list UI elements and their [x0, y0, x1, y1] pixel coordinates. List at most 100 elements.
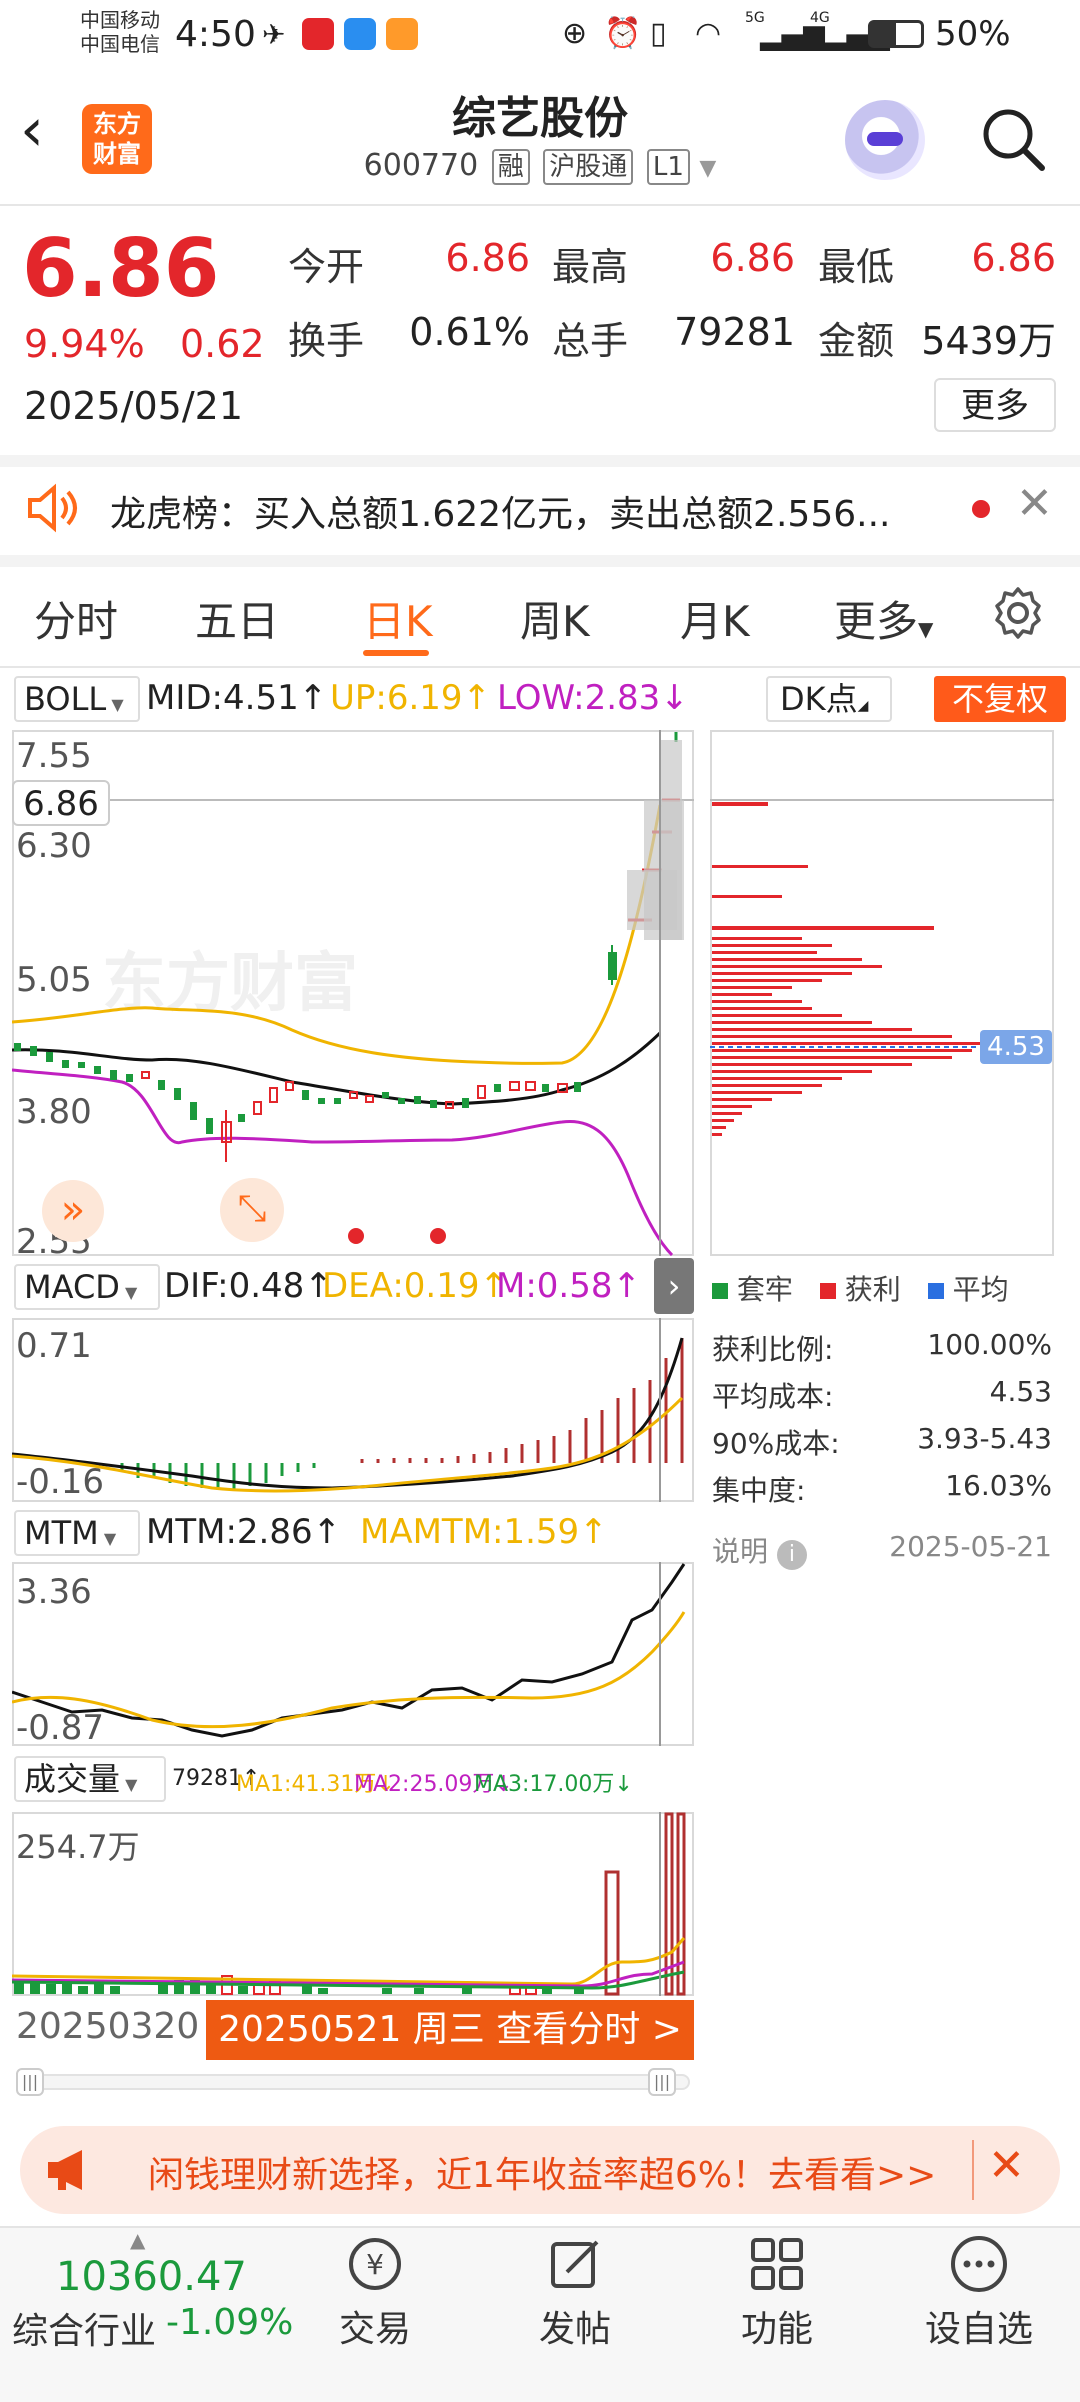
carrier-2: 中国电信	[80, 32, 160, 56]
macd-selector[interactable]: MACD ▼	[14, 1264, 160, 1310]
boll-selector[interactable]: BOLL ▼	[14, 676, 140, 722]
nav-functions-label: 功能	[740, 2309, 813, 2350]
chip-note-date: 2025-05-21	[889, 1530, 1052, 1563]
boll-low-line	[12, 1068, 674, 1256]
chevron-down-icon[interactable]: ▼	[699, 156, 716, 181]
promo-close-icon[interactable]: ✕	[988, 2140, 1025, 2191]
expand-panel-icon[interactable]: ›	[654, 1258, 694, 1314]
legend-swatch-profit	[819, 1283, 836, 1299]
tab-monthly-k[interactable]: 月K	[680, 588, 750, 649]
nav-trade-label: 交易	[338, 2309, 411, 2350]
promo-text[interactable]: 闲钱理财新选择，近1年收益率超6%！去看看>>	[148, 2146, 958, 2198]
axis-label-4: 3.80	[16, 1092, 92, 1132]
tab-more[interactable]: 更多▼	[834, 588, 933, 649]
scroll-handle-left[interactable]: |||	[16, 2068, 44, 2096]
nav-functions[interactable]: 功能	[702, 2232, 852, 2352]
signal-dot-2[interactable]	[430, 1228, 446, 1244]
kline-chart[interactable]: 东方财富	[12, 730, 694, 1256]
battery-text: 50%	[935, 14, 1011, 54]
nav-add-watchlist[interactable]: 设自选	[904, 2232, 1054, 2352]
caret-down-icon: ▼	[119, 1283, 138, 1302]
boll-up-line	[12, 804, 662, 1065]
mamtm-value-text: MAMTM:1.59	[360, 1512, 580, 1552]
boll-low: LOW:2.83↓	[497, 678, 689, 718]
adjust-mode-button[interactable]: 不复权	[934, 676, 1066, 722]
change-percent: 9.94%	[24, 322, 145, 366]
chip-row-90-cost: 90%成本: 3.93-5.43	[712, 1422, 1052, 1462]
more-quote-button[interactable]: 更多	[934, 378, 1056, 432]
settings-gear-icon[interactable]	[990, 585, 1046, 645]
chevron-up-icon[interactable]: ▲	[130, 2228, 145, 2252]
search-icon[interactable]	[978, 104, 1048, 178]
macd-dif: DIF:0.48↑	[164, 1266, 333, 1306]
robot-assistant-icon[interactable]	[845, 100, 925, 180]
macd-dif-value: DIF:0.48	[164, 1266, 305, 1306]
news-ticker[interactable]: 龙虎榜：买入总额1.622亿元，卖出总额2.556...	[110, 485, 930, 537]
app-icon-red	[302, 18, 334, 50]
volume-ma3: MA3:17.00万↓	[474, 1772, 633, 1797]
legend-profit: 获利	[844, 1273, 901, 1306]
dk-point-selector[interactable]: DK点◢	[766, 676, 892, 722]
axis-label-2: 6.30	[16, 826, 92, 866]
axis-label-3: 5.05	[16, 960, 92, 1000]
mtm-chart	[12, 1562, 686, 1746]
mtm-axis-bottom: -0.87	[16, 1708, 104, 1748]
chip-note[interactable]: 说明 i	[712, 1530, 807, 1570]
macd-chart	[12, 1318, 684, 1502]
tab-weekly-k[interactable]: 周K	[520, 588, 590, 649]
volume-selector-label: 成交量	[24, 1760, 121, 1798]
unread-dot	[972, 500, 990, 518]
app-icon-orange	[386, 18, 418, 50]
nav-trade[interactable]: ¥ 交易	[300, 2232, 450, 2352]
boll-selector-label: BOLL	[24, 680, 107, 718]
quote-date: 2025/05/21	[24, 384, 244, 428]
legend-swatch-avg	[927, 1283, 944, 1299]
signal-dot-1[interactable]	[348, 1228, 364, 1244]
chip-row-profit-ratio: 获利比例: 100.00%	[712, 1328, 1052, 1368]
promo-divider	[972, 2140, 974, 2200]
chip-shade-3	[660, 740, 682, 940]
legend-avg: 平均	[952, 1273, 1009, 1306]
edit-icon	[500, 2232, 650, 2300]
fullscreen-icon[interactable]: ⤡	[220, 1178, 284, 1242]
chip-row-avg-cost: 平均成本: 4.53	[712, 1375, 1052, 1415]
axis-top-label: 7.55	[16, 736, 92, 776]
chip-row-label: 平均成本:	[712, 1380, 834, 1413]
nav-post[interactable]: 发帖	[500, 2232, 650, 2352]
tag-level[interactable]: L1	[646, 149, 690, 185]
close-icon[interactable]: ✕	[1016, 478, 1053, 529]
volume-current-value: 79281	[172, 1766, 242, 1791]
caret-down-icon: ▼	[918, 617, 934, 641]
tab-five-day[interactable]: 五日	[195, 588, 279, 649]
change-amount: 0.62	[180, 322, 265, 366]
volume-value: 79281	[674, 310, 795, 354]
index-name[interactable]: 综合行业	[12, 2302, 156, 2354]
tab-daily-k[interactable]: 日K	[363, 588, 433, 649]
macd-dea-value: DEA:0.19	[322, 1266, 480, 1306]
mtm-selector[interactable]: MTM ▼	[14, 1510, 140, 1556]
index-value[interactable]: 10360.47	[56, 2254, 247, 2300]
legend-trapped: 套牢	[736, 1273, 793, 1306]
amount-value: 5439万	[921, 319, 1056, 363]
volume-label: 总手	[552, 319, 629, 363]
expand-left-icon[interactable]: »	[42, 1180, 104, 1242]
boll-low-value: LOW:2.83	[497, 678, 661, 718]
nfc-icon: ⊕	[562, 16, 588, 51]
tag-margin: 融	[491, 149, 530, 185]
info-icon: i	[776, 1540, 807, 1570]
mtm-selector-label: MTM	[24, 1514, 99, 1552]
scroll-handle-right[interactable]: |||	[648, 2068, 676, 2096]
view-intraday-banner[interactable]: 20250521 周三 查看分时 >	[206, 2000, 694, 2060]
tab-intraday[interactable]: 分时	[34, 588, 118, 649]
macd-axis-bottom: -0.16	[16, 1462, 104, 1502]
index-change: -1.09%	[166, 2302, 294, 2343]
high-label: 最高	[552, 245, 629, 289]
chip-legend: 套牢 获利 平均	[712, 1268, 1009, 1308]
section-gap-2	[0, 555, 1080, 567]
macd-selector-label: MACD	[24, 1268, 120, 1306]
dk-selector-label: DK点	[780, 680, 858, 718]
chart-scrollbar[interactable]	[16, 2074, 690, 2090]
boll-mid: MID:4.51↑	[146, 678, 328, 718]
volume-selector[interactable]: 成交量 ▼	[14, 1756, 166, 1802]
volume-axis-top: 254.7万	[16, 1828, 140, 1866]
